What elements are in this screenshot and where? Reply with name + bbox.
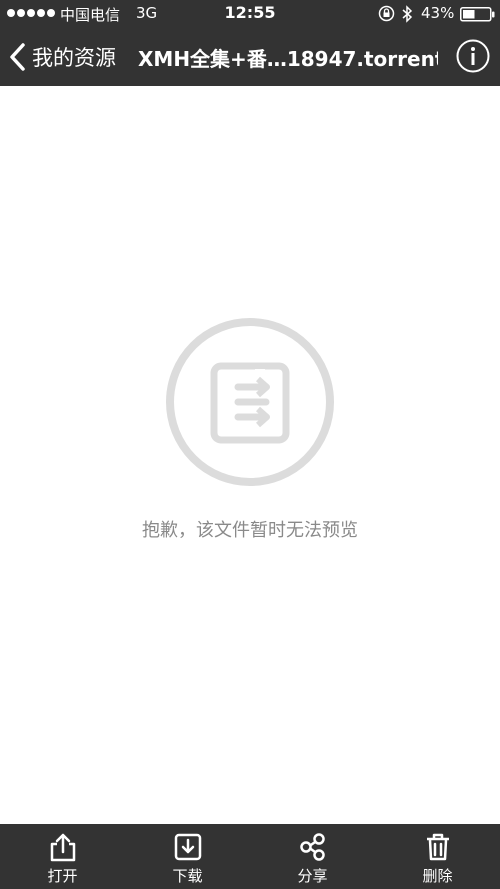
status-bar: 中国电信 3G 12:55 43% (0, 0, 500, 28)
back-label: 我的资源 (32, 46, 116, 70)
share-button[interactable]: 分享 (250, 824, 375, 889)
navigation-bar: 我的资源 XMH全集+番…18947.torrent (0, 28, 500, 86)
header: 中国电信 3G 12:55 43% 我的资源 XMH全集+番…18947.tor… (0, 0, 500, 86)
battery-percentage: 43% (421, 4, 455, 22)
bluetooth-icon (402, 5, 413, 23)
share-label: 分享 (297, 867, 328, 885)
page-title: XMH全集+番…18947.torrent (138, 47, 438, 71)
app-screen: 中国电信 3G 12:55 43% 我的资源 XMH全集+番…18947.tor… (0, 0, 500, 889)
bottom-toolbar: 打开 下载 分享 删除 (0, 824, 500, 889)
info-icon[interactable] (456, 39, 490, 73)
share-nodes-icon (299, 833, 325, 861)
share-up-icon (50, 833, 75, 862)
preview-unavailable-message: 抱歉，该文件暂时无法预览 (142, 520, 358, 541)
chevron-left-icon (10, 43, 25, 71)
trash-icon (426, 833, 449, 861)
delete-label: 删除 (422, 867, 453, 885)
download-button[interactable]: 下载 (125, 824, 250, 889)
back-button[interactable]: 我的资源 (8, 41, 116, 73)
battery-icon (460, 7, 495, 22)
document-icon (166, 318, 334, 486)
open-button[interactable]: 打开 (0, 824, 125, 889)
delete-button[interactable]: 删除 (375, 824, 500, 889)
open-label: 打开 (47, 867, 78, 885)
download-icon (174, 833, 201, 861)
rotation-lock-icon (378, 5, 395, 22)
download-label: 下载 (172, 867, 203, 885)
